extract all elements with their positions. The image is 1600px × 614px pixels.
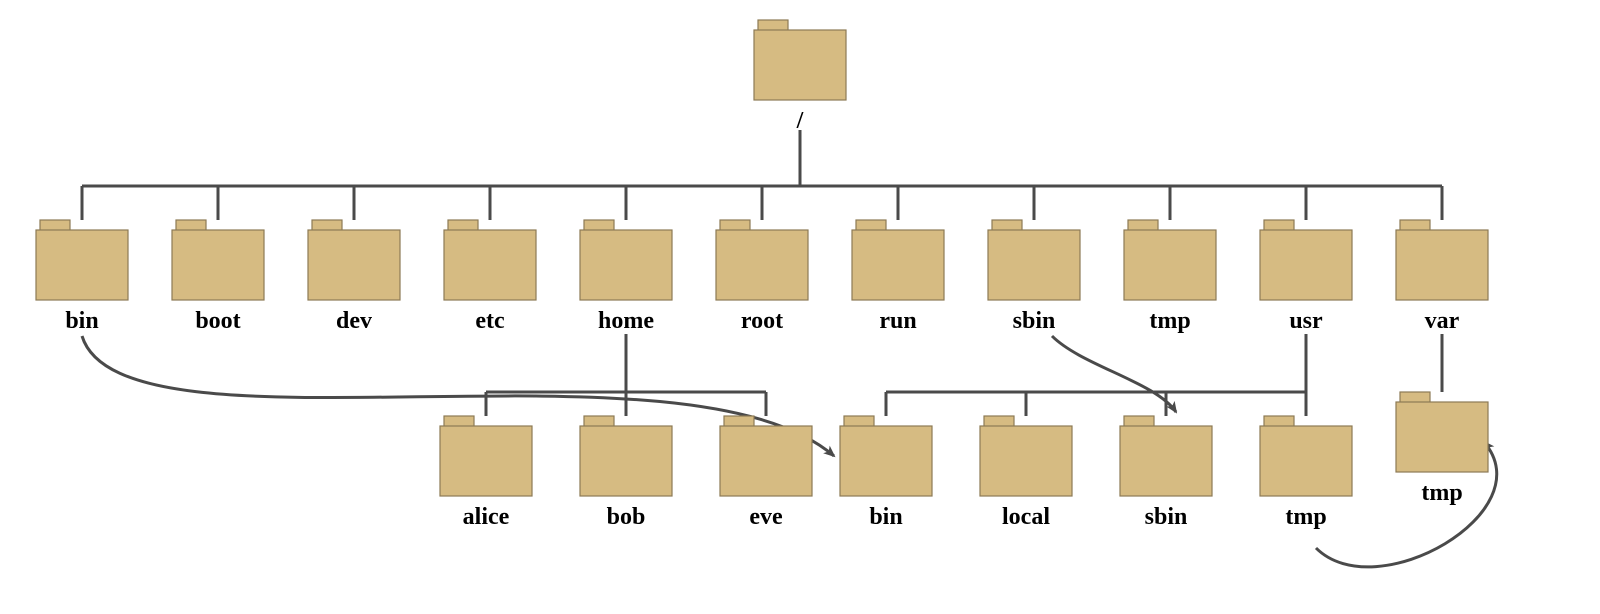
folder-usr-bin-label: bin [869, 504, 902, 530]
folder-usr-tmp-label: tmp [1285, 504, 1326, 530]
folder-home-eve: eve [720, 416, 812, 530]
folder-home-alice-label: alice [463, 504, 510, 530]
folder-var: var [1396, 220, 1488, 334]
folder-usr: usr [1260, 220, 1352, 334]
folder-bin-label: bin [65, 308, 98, 334]
folder-root: / [754, 20, 846, 134]
folder-root: root [716, 220, 808, 334]
folder-usr-sbin-label: sbin [1145, 504, 1188, 530]
folder-root-label: / [796, 108, 804, 134]
folder-usr-bin: bin [840, 416, 932, 530]
folder-tmp: tmp [1124, 220, 1216, 334]
filesystem-tree-diagram: / bin boot dev etc home root run sbin tmp usr var al… [0, 0, 1600, 614]
folder-usr-label: usr [1289, 308, 1323, 334]
folder-usr-local: local [980, 416, 1072, 530]
folder-home-bob: bob [580, 416, 672, 530]
folder-home-alice: alice [440, 416, 532, 530]
folder-dev-label: dev [336, 308, 372, 334]
folder-etc: etc [444, 220, 536, 334]
folder-tmp-label: tmp [1149, 308, 1190, 334]
folder-var-tmp: tmp [1396, 392, 1488, 506]
folder-boot-label: boot [195, 308, 240, 334]
folder-bin: bin [36, 220, 128, 334]
folder-boot: boot [172, 220, 264, 334]
folder-usr-tmp: tmp [1260, 416, 1352, 530]
folder-run: run [852, 220, 944, 334]
folder-root-label: root [741, 308, 783, 334]
folder-sbin-label: sbin [1013, 308, 1056, 334]
folder-home-bob-label: bob [607, 504, 646, 530]
folder-home-label: home [598, 308, 654, 334]
folder-var-tmp-label: tmp [1421, 480, 1462, 506]
folder-usr-sbin: sbin [1120, 416, 1212, 530]
folder-home-eve-label: eve [749, 504, 783, 530]
folder-etc-label: etc [475, 308, 505, 334]
folder-sbin: sbin [988, 220, 1080, 334]
folder-dev: dev [308, 220, 400, 334]
folder-usr-local-label: local [1002, 504, 1050, 530]
folder-var-label: var [1425, 308, 1460, 334]
symlink-sbin-to-usr-sbin [1052, 336, 1176, 412]
folder-home: home [580, 220, 672, 334]
folder-run-label: run [879, 308, 916, 334]
